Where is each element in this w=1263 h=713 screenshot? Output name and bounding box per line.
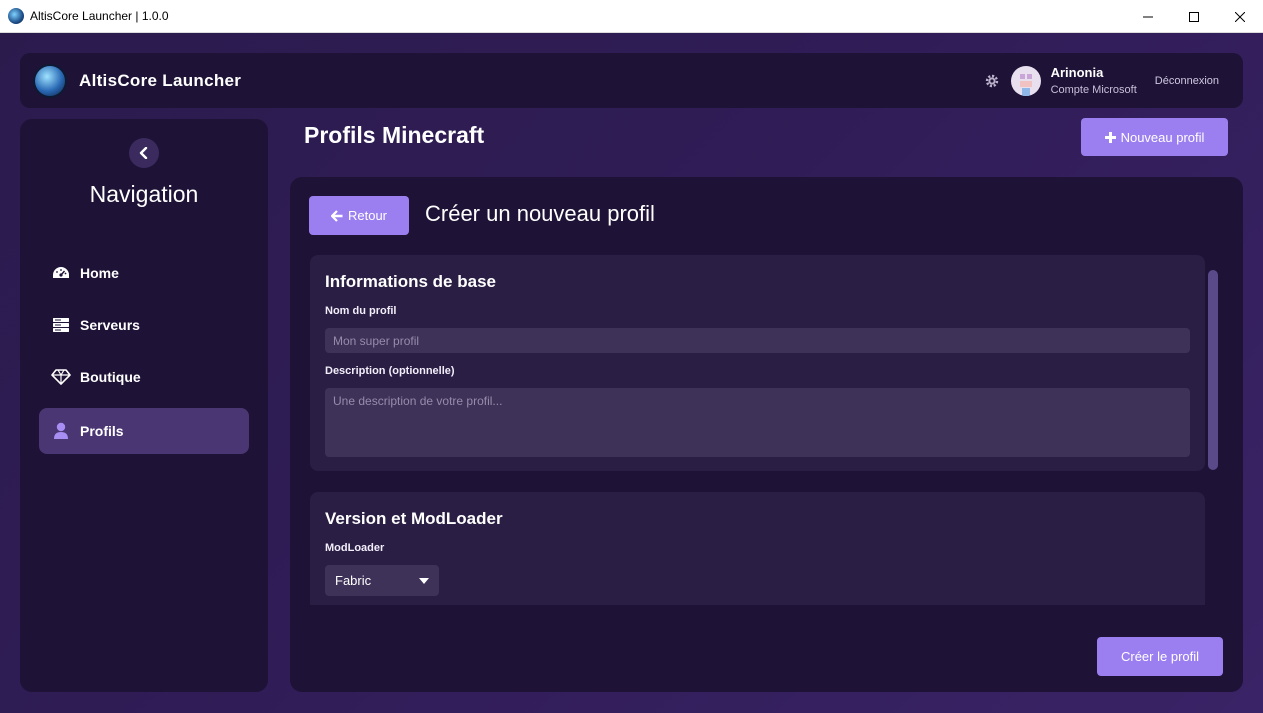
new-profile-label: Nouveau profil <box>1120 129 1205 145</box>
user-name: Arinonia <box>1050 65 1104 80</box>
app-root: AltisCore Launcher Arinonia Compte Micro… <box>0 33 1263 713</box>
create-profile-panel: Retour Créer un nouveau profil Informati… <box>290 177 1243 692</box>
window-title: AltisCore Launcher | 1.0.0 <box>30 9 169 23</box>
new-profile-button[interactable]: Nouveau profil <box>1081 118 1228 156</box>
close-icon <box>1235 11 1245 22</box>
close-button[interactable] <box>1217 0 1263 33</box>
form-scroll-area[interactable]: Informations de base Nom du profil Descr… <box>310 255 1205 605</box>
caret-down-icon <box>419 577 429 584</box>
plus-icon <box>1104 131 1116 143</box>
create-profile-button[interactable]: Créer le profil <box>1097 637 1223 676</box>
settings-button[interactable] <box>983 72 1001 90</box>
sidebar-item-label: Profils <box>80 423 124 439</box>
section-title: Version et ModLoader <box>325 509 503 528</box>
app-icon <box>8 8 24 24</box>
header-user-area: Arinonia Compte Microsoft Déconnexion <box>983 53 1243 108</box>
sidebar-item-home[interactable]: Home <box>39 250 249 296</box>
sidebar: Navigation Home Serveurs Boutique Profil… <box>20 119 268 692</box>
description-label: Description (optionnelle) <box>325 365 455 377</box>
section-title: Informations de base <box>325 272 496 291</box>
modloader-select[interactable]: Fabric <box>325 565 439 596</box>
arrow-left-icon <box>330 209 343 222</box>
back-button[interactable]: Retour <box>309 196 409 235</box>
sidebar-collapse-button[interactable] <box>129 138 159 168</box>
sidebar-item-serveurs[interactable]: Serveurs <box>39 302 249 348</box>
maximize-icon <box>1189 11 1199 22</box>
account-type: Compte Microsoft <box>1050 84 1137 96</box>
sidebar-title: Navigation <box>89 181 199 207</box>
form-title: Créer un nouveau profil <box>425 201 655 226</box>
description-field[interactable] <box>325 388 1190 457</box>
modloader-label: ModLoader <box>325 542 385 554</box>
window-controls <box>1125 0 1263 33</box>
top-header: AltisCore Launcher Arinonia Compte Micro… <box>20 53 1243 108</box>
profile-name-input[interactable] <box>325 328 1190 353</box>
sidebar-item-label: Serveurs <box>80 317 140 333</box>
sidebar-item-profils[interactable]: Profils <box>39 408 249 454</box>
user-info: Arinonia Compte Microsoft <box>1051 65 1137 96</box>
scrollbar-thumb[interactable] <box>1208 270 1218 470</box>
scrollbar[interactable] <box>1208 270 1218 470</box>
sidebar-item-boutique[interactable]: Boutique <box>39 354 249 400</box>
basic-info-section: Informations de base Nom du profil Descr… <box>310 255 1205 471</box>
window-titlebar: AltisCore Launcher | 1.0.0 <box>0 0 1263 33</box>
page-title: Profils Minecraft <box>304 122 485 148</box>
sidebar-item-label: Boutique <box>80 369 141 385</box>
chevron-left-icon <box>139 147 148 159</box>
minimize-button[interactable] <box>1125 0 1171 33</box>
modloader-value: Fabric <box>335 573 372 588</box>
version-section: Version et ModLoader ModLoader Fabric <box>310 492 1205 605</box>
maximize-button[interactable] <box>1171 0 1217 33</box>
user-icon <box>50 420 72 442</box>
dashboard-icon <box>50 262 72 284</box>
sidebar-item-label: Home <box>80 265 119 281</box>
gear-icon <box>985 74 998 87</box>
app-logo <box>35 65 65 96</box>
profile-name-label: Nom du profil <box>325 305 397 317</box>
back-label: Retour <box>347 208 388 223</box>
minimize-icon <box>1143 16 1153 17</box>
server-icon <box>50 314 72 336</box>
diamond-icon <box>50 366 72 388</box>
app-name: AltisCore Launcher <box>79 70 242 90</box>
logout-button[interactable]: Déconnexion <box>1155 75 1219 87</box>
avatar <box>1010 65 1041 96</box>
